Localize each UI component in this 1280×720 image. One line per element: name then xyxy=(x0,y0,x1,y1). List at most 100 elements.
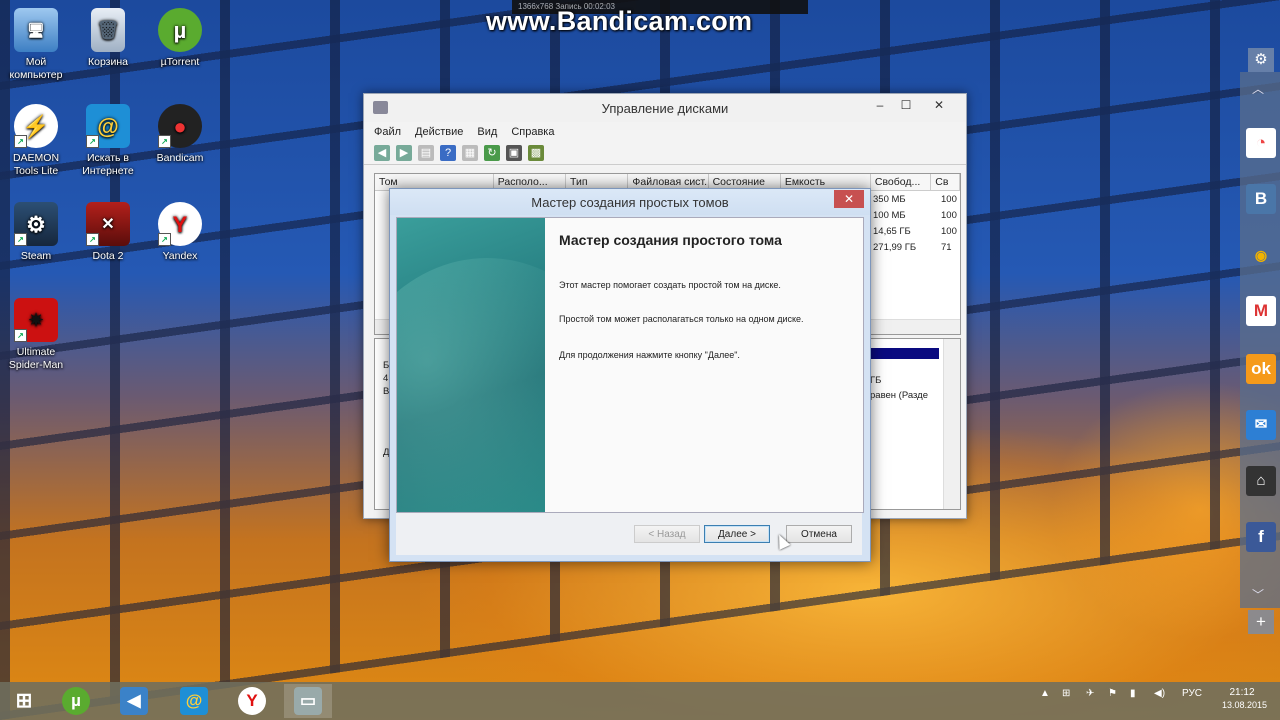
sidebar-add-icon[interactable]: + xyxy=(1248,610,1274,634)
taskbar-search-internet[interactable]: @ xyxy=(170,684,218,718)
menu-help[interactable]: Справка xyxy=(511,126,554,138)
sidebar-chrome-icon[interactable]: ◔ xyxy=(1246,128,1276,158)
start-button[interactable]: ⊞ xyxy=(0,684,48,718)
clock-time: 21:12 xyxy=(1229,687,1255,698)
desktop-icon-computer[interactable]: 🖥 Мой компьютер xyxy=(0,8,72,82)
tray-battery-icon[interactable]: ▮ xyxy=(1130,688,1136,699)
sidebar-vk-icon[interactable]: В xyxy=(1246,184,1276,214)
yandex-icon: Y ↗ xyxy=(158,202,202,246)
sidebar-mail-at-icon[interactable]: ◉ xyxy=(1246,240,1276,270)
desktop-icon-label: Yandex xyxy=(162,250,198,262)
vertical-scrollbar[interactable] xyxy=(943,339,960,509)
sidebar-mail-icon[interactable]: ✉ xyxy=(1246,410,1276,440)
recycle-bin-icon: 🗑 xyxy=(91,8,125,52)
sidebar-app-icon[interactable]: ⌂ xyxy=(1246,466,1276,496)
desktop-icon-utorrent[interactable]: µ µTorrent xyxy=(144,8,216,69)
desktop-icon-label: Ultimate Spider-Man xyxy=(8,346,64,371)
desktop-icon-label: µTorrent xyxy=(160,56,200,68)
menu-file[interactable]: Файл xyxy=(374,126,401,138)
desktop-icon-label: Мой компьютер xyxy=(9,56,63,81)
desktop-icon-steam[interactable]: ⚙ ↗ Steam xyxy=(0,202,72,263)
tray-windows-icon[interactable]: ⊞ xyxy=(1062,688,1070,699)
wizard-body: Мастер создания простого тома Этот масте… xyxy=(396,217,864,513)
desktop-icon-recycle-bin[interactable]: 🗑 Корзина xyxy=(72,8,144,69)
disk-management-icon: ▭ xyxy=(294,687,322,715)
toolbar: ◀ ▶ ▤ ? ▦ ↻ ▣ ▩ xyxy=(364,142,966,165)
taskbar-yandex[interactable]: Y xyxy=(228,684,276,718)
wizard-footer: < Назад Далее > Отмена xyxy=(396,513,862,555)
desktop-icon-label: Искать в Интернете xyxy=(82,152,134,177)
desktop-icon-yandex[interactable]: Y ↗ Yandex xyxy=(144,202,216,263)
close-button[interactable]: ✕ xyxy=(922,96,956,114)
table-row[interactable]: 271,99 ГБ 71 xyxy=(873,242,952,253)
back-arrow-icon[interactable]: ◀ xyxy=(374,145,390,161)
column-header[interactable]: Свобод... xyxy=(871,174,932,190)
settings-icon[interactable]: ▣ xyxy=(506,145,522,161)
dota2-icon: ✕ ↗ xyxy=(86,202,130,246)
tray-language[interactable]: РУС xyxy=(1182,688,1202,699)
bandicam-watermark: www.Bandicam.com xyxy=(486,6,753,36)
maximize-button[interactable]: ☐ xyxy=(894,96,918,114)
next-button[interactable]: Далее > xyxy=(704,525,770,543)
column-header[interactable]: Св xyxy=(931,174,960,190)
desktop-icon-dota2[interactable]: ✕ ↗ Dota 2 xyxy=(72,202,144,263)
yandex-icon: Y xyxy=(238,687,266,715)
wizard-content: Мастер создания простого тома Этот масте… xyxy=(545,218,863,512)
properties-icon[interactable]: ▦ xyxy=(462,145,478,161)
cancel-button[interactable]: Отмена xyxy=(786,525,852,543)
partition-status-text: равен (Разде xyxy=(870,390,929,401)
utorrent-icon: µ xyxy=(62,687,90,715)
new-simple-volume-wizard: Мастер создания простых томов ✕ Мастер с… xyxy=(389,188,871,562)
disk-icon[interactable]: ▩ xyxy=(528,145,544,161)
partition-bar[interactable] xyxy=(871,348,939,359)
wizard-banner-curve xyxy=(397,258,545,512)
tray-volume-icon[interactable]: ◀) xyxy=(1154,688,1165,699)
sidebar-odnoklassniki-icon[interactable]: ok xyxy=(1246,354,1276,384)
wizard-heading: Мастер создания простого тома xyxy=(559,232,782,248)
wizard-title: Мастер создания простых томов xyxy=(531,195,729,210)
sidebar-settings-gear-icon[interactable]: ⚙ xyxy=(1248,48,1274,72)
tray-flag-icon[interactable]: ⚑ xyxy=(1108,688,1117,699)
sidebar-scroll-down-icon[interactable]: ﹀ xyxy=(1252,586,1264,603)
desktop-icon-label: Dota 2 xyxy=(92,250,124,262)
taskbar-utorrent[interactable]: µ xyxy=(52,684,100,718)
sidebar-gmail-icon[interactable]: M xyxy=(1246,296,1276,326)
help-icon[interactable]: ? xyxy=(440,145,456,161)
windows-logo-icon: ⊞ xyxy=(15,690,33,712)
forward-arrow-icon[interactable]: ▶ xyxy=(396,145,412,161)
taskbar-disk-management[interactable]: ▭ xyxy=(284,684,332,718)
desktop-icon-label: Steam xyxy=(20,250,52,262)
table-row[interactable]: 350 МБ 100 xyxy=(873,194,957,205)
tray-show-hidden-icon[interactable]: ▲ xyxy=(1040,688,1050,699)
desktop-icon-daemon-tools[interactable]: ⚡ ↗ DAEMON Tools Lite xyxy=(0,104,72,178)
wizard-titlebar: Мастер создания простых томов ✕ xyxy=(390,189,870,215)
tray-network-icon[interactable]: ✈ xyxy=(1086,688,1094,699)
desktop-icon-bandicam[interactable]: ● ↗ Bandicam xyxy=(144,104,216,165)
rescan-icon[interactable]: ↻ xyxy=(484,145,500,161)
disk-management-titlebar: Управление дисками – ☐ ✕ xyxy=(364,94,966,122)
taskbar-clock[interactable]: 21:12 13.08.2015 xyxy=(1222,687,1267,711)
menu-bar: Файл Действие Вид Справка xyxy=(364,122,966,142)
table-row[interactable]: 14,65 ГБ 100 xyxy=(873,226,957,237)
desktop-icon-label: Корзина xyxy=(88,56,128,68)
wizard-paragraph: Этот мастер помогает создать простой том… xyxy=(559,280,781,290)
sidebar-facebook-icon[interactable]: f xyxy=(1246,522,1276,552)
computer-icon: 🖥 xyxy=(14,8,58,52)
wizard-side-banner xyxy=(397,218,545,512)
speaker-icon: ◀ xyxy=(120,687,148,715)
desktop-icon-label: Bandicam xyxy=(156,152,204,164)
menu-action[interactable]: Действие xyxy=(415,126,463,138)
wizard-paragraph: Для продолжения нажмите кнопку "Далее". xyxy=(559,350,740,360)
table-row[interactable]: 100 МБ 100 xyxy=(873,210,957,221)
desktop-icon-spider-man[interactable]: ✷ ↗ Ultimate Spider-Man xyxy=(0,298,72,372)
back-button[interactable]: < Назад xyxy=(634,525,700,543)
sidebar-scroll-up-icon[interactable]: ︿ xyxy=(1252,80,1264,97)
wizard-close-button[interactable]: ✕ xyxy=(834,190,864,208)
search-internet-icon: @ ↗ xyxy=(86,104,130,148)
list-view-icon[interactable]: ▤ xyxy=(418,145,434,161)
desktop-icon-search-internet[interactable]: @ ↗ Искать в Интернете xyxy=(72,104,144,178)
minimize-button[interactable]: – xyxy=(868,96,892,114)
wizard-paragraph: Простой том может располагаться только н… xyxy=(559,314,804,324)
menu-view[interactable]: Вид xyxy=(477,126,497,138)
taskbar-audio[interactable]: ◀ xyxy=(110,684,158,718)
